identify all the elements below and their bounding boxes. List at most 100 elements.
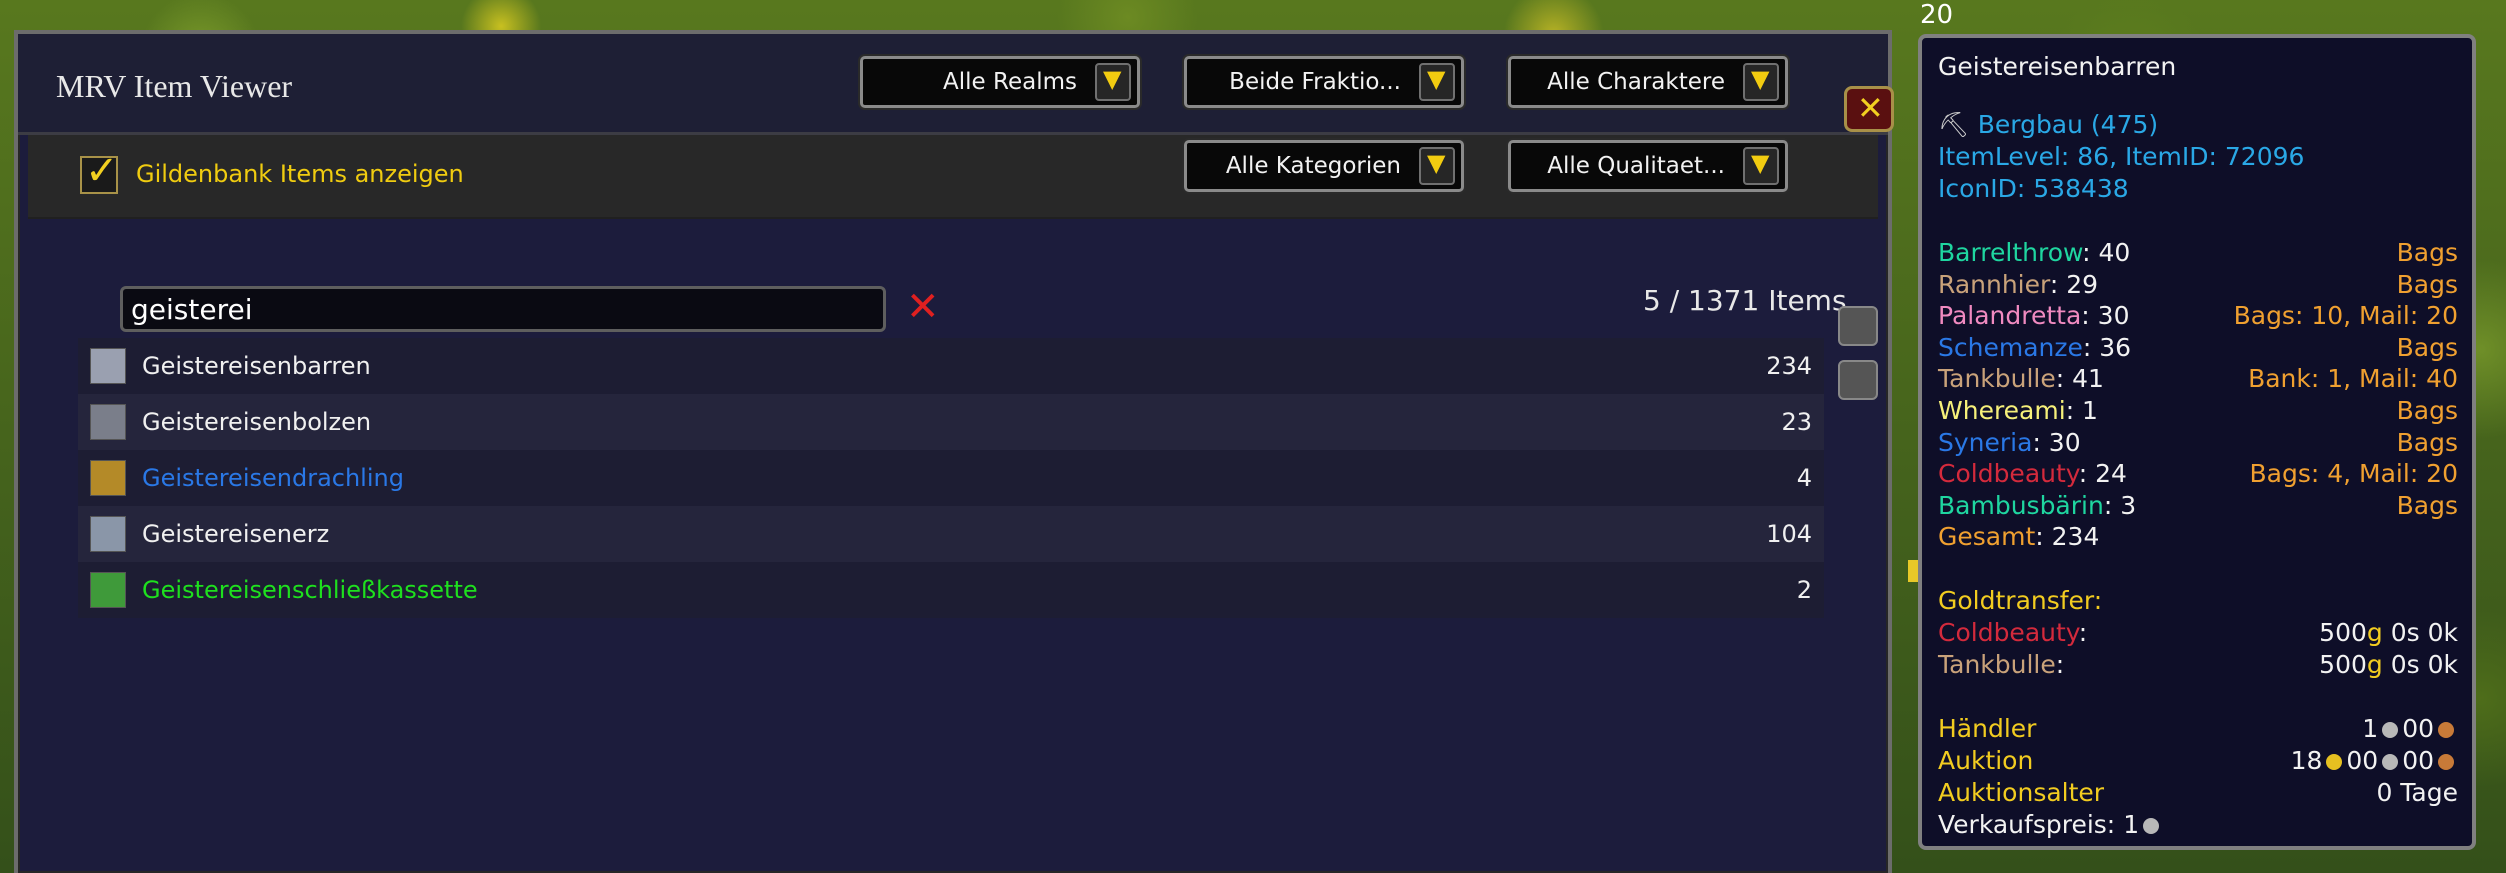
- character-location: Bags: [2396, 269, 2458, 299]
- list-item[interactable]: Geistereisenschließkassette 2: [78, 562, 1824, 618]
- guildbank-checkbox[interactable]: ✓: [80, 148, 119, 194]
- close-icon: ✕: [1857, 89, 1884, 127]
- character-label: Tankbulle: [1938, 364, 2056, 394]
- itemlevel-line: ItemLevel: 86, ItemID: 72096: [1938, 142, 2305, 171]
- list-item[interactable]: Geistereisenbarren 234: [78, 338, 1824, 394]
- item-name: Geistereisenerz: [142, 520, 330, 548]
- guildbank-label[interactable]: Gildenbank Items anzeigen: [136, 160, 464, 188]
- goldtransfer-label: Goldtransfer:: [1938, 586, 2103, 615]
- category-dropdown[interactable]: Alle Kategorien ▼: [1184, 140, 1464, 192]
- pickaxe-icon: ⛏: [1938, 110, 1970, 139]
- clear-search-icon[interactable]: ✕: [906, 284, 940, 330]
- auction-label: Auktion: [1938, 746, 2034, 775]
- chevron-down-icon[interactable]: ▼: [1419, 63, 1455, 101]
- character-count: : 40: [2082, 238, 2131, 267]
- character-count: : 41: [2055, 364, 2104, 394]
- character-count: : 24: [2078, 459, 2127, 489]
- character-label: Rannhier: [1938, 269, 2050, 299]
- item-name: Geistereisenschließkassette: [142, 576, 478, 604]
- silver-coin-icon: [2382, 722, 2399, 738]
- profession-text: Bergbau (475): [1977, 110, 2159, 139]
- item-name: Geistereisenbolzen: [142, 408, 372, 436]
- copper-coin-icon: [2438, 722, 2454, 738]
- item-count: 5 / 1371 Items: [1643, 284, 1847, 317]
- character-label: Syneria: [1938, 427, 2033, 457]
- item-name: Geistereisenbarren: [142, 352, 371, 380]
- gold-row-value: 500g 0s 0k: [2319, 618, 2458, 647]
- character-label: Bambusbärin: [1938, 490, 2104, 520]
- auction-age-label: Auktionsalter: [1938, 778, 2105, 807]
- list-item[interactable]: Geistereisenbolzen 23: [78, 394, 1824, 450]
- sell-price-line: Verkaufspreis: 1: [1938, 810, 2163, 839]
- close-button[interactable]: ✕: [1844, 86, 1894, 132]
- character-name: Palandretta: 30: [1938, 301, 2129, 330]
- stack-count: 20: [1920, 0, 1954, 30]
- copper-coin-icon: [2438, 754, 2454, 770]
- quality-dropdown[interactable]: Alle Qualitaet... ▼: [1508, 140, 1788, 192]
- character-count: : 3: [2103, 490, 2137, 520]
- character-label: Coldbeauty: [1938, 459, 2079, 489]
- character-count: : 30: [2081, 301, 2130, 331]
- item-quantity: 104: [1766, 520, 1812, 548]
- character-name: Whereami: 1: [1938, 396, 2098, 425]
- auction-price: 18 00 00: [2291, 746, 2458, 775]
- world-object: [1908, 560, 1918, 582]
- character-location: Bags: [2396, 332, 2458, 362]
- character-name: Tankbulle: 41: [1938, 364, 2104, 393]
- character-count: : 36: [2082, 332, 2132, 362]
- checkmark-icon: ✓: [85, 148, 119, 194]
- faction-dropdown-label: Beide Fraktio...: [1229, 69, 1401, 95]
- item-quantity: 4: [1796, 464, 1812, 492]
- item-quantity: 2: [1796, 576, 1812, 604]
- character-label: Barrelthrow: [1938, 238, 2083, 267]
- lockbox-icon: [90, 572, 126, 608]
- silver-coin-icon: [2382, 754, 2399, 770]
- character-label: Whereami: [1938, 396, 2066, 425]
- character-label: Palandretta: [1938, 301, 2082, 331]
- character-count: : 1: [2065, 396, 2098, 425]
- total-line: Gesamt: 234: [1938, 522, 2099, 551]
- character-location: Bags: [2396, 427, 2458, 457]
- chevron-down-icon[interactable]: ▼: [1743, 63, 1779, 101]
- character-name: Syneria: 30: [1938, 428, 2081, 457]
- character-location: Bags: 10, Mail: 20: [2233, 301, 2458, 331]
- character-label: Schemanze: [1938, 332, 2083, 362]
- item-quantity: 23: [1781, 408, 1812, 436]
- profession-line: ⛏ Bergbau (475): [1938, 110, 2158, 140]
- character-location: Bags: [2396, 238, 2458, 267]
- faction-dropdown[interactable]: Beide Fraktio... ▼: [1184, 56, 1464, 108]
- gold-row-name: Coldbeauty:: [1938, 618, 2088, 647]
- gold-row-name: Tankbulle:: [1938, 650, 2065, 679]
- search-input[interactable]: geisterei: [120, 286, 886, 332]
- character-name: Barrelthrow: 40: [1938, 238, 2130, 267]
- total-value: : 234: [2035, 522, 2100, 551]
- character-dropdown[interactable]: Alle Charaktere ▼: [1508, 56, 1788, 108]
- tooltip-title: Geistereisenbarren: [1938, 52, 2177, 81]
- item-viewer-window: MRV Item Viewer Alle Realms ▼ Beide Frak…: [14, 30, 1894, 873]
- ore-icon: [90, 516, 126, 552]
- list-item[interactable]: Geistereisenerz 104: [78, 506, 1824, 562]
- quality-dropdown-label: Alle Qualitaet...: [1547, 153, 1725, 179]
- scroll-thumb[interactable]: [1838, 360, 1878, 400]
- chevron-down-icon[interactable]: ▼: [1743, 147, 1779, 185]
- dragonling-icon: [90, 460, 126, 496]
- character-count: : 30: [2032, 427, 2081, 457]
- iconid-line: IconID: 538438: [1938, 174, 2129, 203]
- silver-coin-icon: [2143, 818, 2160, 834]
- chevron-down-icon[interactable]: ▼: [1419, 147, 1455, 185]
- window-title: MRV Item Viewer: [56, 68, 293, 104]
- item-tooltip: Geistereisenbarren ⛏ Bergbau (475) ItemL…: [1918, 34, 2476, 850]
- item-name: Geistereisendrachling: [142, 464, 404, 492]
- realm-dropdown[interactable]: Alle Realms ▼: [860, 56, 1140, 108]
- gold-row-value: 500g 0s 0k: [2319, 650, 2458, 679]
- vendor-price: 1 00: [2362, 714, 2458, 743]
- list-item[interactable]: Geistereisendrachling 4: [78, 450, 1824, 506]
- character-count: : 29: [2049, 269, 2099, 299]
- character-dropdown-label: Alle Charaktere: [1547, 69, 1725, 95]
- chevron-down-icon[interactable]: ▼: [1095, 63, 1131, 101]
- character-location: Bank: 1, Mail: 40: [2248, 364, 2458, 394]
- scroll-up-button[interactable]: [1838, 306, 1878, 346]
- character-name: Coldbeauty: 24: [1938, 459, 2127, 488]
- category-dropdown-label: Alle Kategorien: [1225, 153, 1401, 179]
- bar-icon: [90, 348, 126, 384]
